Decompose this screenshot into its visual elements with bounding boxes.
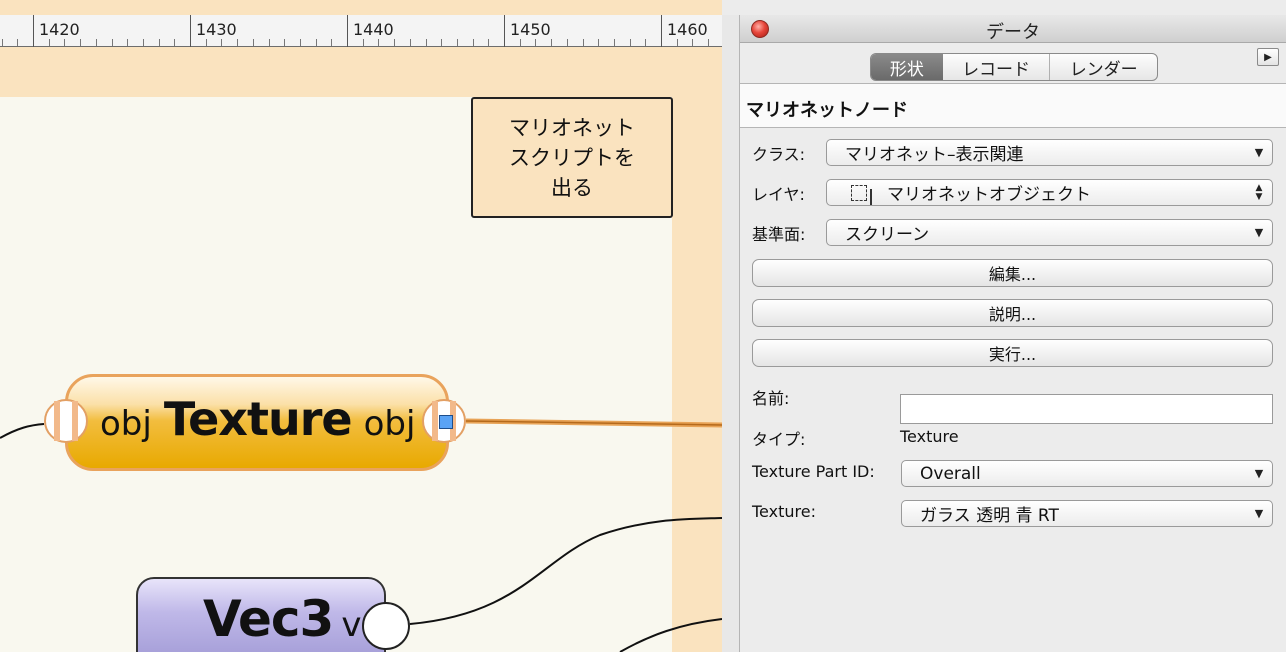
class-value: マリオネット–表示関連 (845, 145, 1024, 165)
expand-triangle-icon[interactable]: ▶ (1257, 48, 1279, 66)
palette-title: データ (986, 22, 1040, 43)
plane-popup[interactable]: スクリーン ▼ (826, 219, 1273, 246)
texture-input-label: obj (100, 404, 152, 444)
class-popup[interactable]: マリオネット–表示関連 ▼ (826, 139, 1273, 166)
palette-tabbar: 形状 レコード レンダー (740, 44, 1286, 84)
type-label: タイプ: (752, 430, 806, 449)
name-field[interactable] (900, 394, 1273, 424)
section-title: マリオネットノード (740, 84, 1286, 128)
texture-label: Texture: (752, 502, 816, 521)
texture-output-label: obj (363, 404, 416, 444)
texture-node-name: Texture (163, 392, 353, 446)
selection-handle[interactable] (439, 415, 453, 429)
texture-part-value: Overall (920, 463, 981, 484)
layer-value: マリオネットオブジェクト (887, 185, 1091, 205)
palette-body: クラス: マリオネット–表示関連 ▼ レイヤ: マリオネットオブジェクト ▲ ▼ … (740, 128, 1286, 652)
chevron-down-icon: ▼ (1254, 146, 1264, 159)
updown-arrows-icon: ▲ ▼ (1255, 182, 1263, 202)
palette-titlebar[interactable]: データ (740, 15, 1286, 43)
texture-value: ガラス 透明 青 RT (920, 506, 1059, 526)
wire-into-texture (0, 423, 45, 439)
vec3-node-name: Vec3 (203, 590, 334, 648)
texture-node-label: obj Texture obj (100, 392, 420, 448)
edit-button[interactable]: 編集... (752, 259, 1273, 287)
data-palette: データ 形状 レコード レンダー ▶ マリオネットノード クラス: マリオネット… (740, 15, 1286, 652)
layer-icon (851, 184, 872, 205)
texture-part-label: Texture Part ID: (752, 462, 875, 481)
describe-button[interactable]: 説明... (752, 299, 1273, 327)
class-label: クラス: (752, 145, 806, 164)
tab-shape[interactable]: 形状 (871, 54, 943, 80)
chevron-down-icon: ▼ (1254, 467, 1264, 480)
layer-label: レイヤ: (752, 185, 805, 204)
plane-label: 基準面: (752, 225, 806, 244)
connection-wires (0, 418, 722, 652)
script-canvas[interactable]: 1420 1430 1440 1450 1460 マリオネット スクリプトを 出… (0, 0, 722, 652)
tab-segmented-control: 形状 レコード レンダー (870, 53, 1158, 81)
tab-record[interactable]: レコード (943, 54, 1050, 80)
texture-part-popup[interactable]: Overall ▼ (901, 460, 1273, 487)
wire-lower (619, 618, 722, 652)
vec3-output-port[interactable] (362, 602, 410, 650)
texture-popup[interactable]: ガラス 透明 青 RT ▼ (901, 500, 1273, 527)
tab-render[interactable]: レンダー (1049, 54, 1157, 80)
layer-popup[interactable]: マリオネットオブジェクト ▲ ▼ (826, 179, 1273, 206)
name-label: 名前: (752, 389, 790, 408)
vec3-node-label: Vec3 v (203, 590, 361, 648)
panel-divider[interactable] (722, 15, 740, 652)
run-button[interactable]: 実行... (752, 339, 1273, 367)
type-value: Texture (900, 427, 959, 446)
chevron-down-icon: ▼ (1254, 226, 1264, 239)
wire-vec3-out (409, 517, 722, 625)
texture-input-port[interactable] (44, 399, 88, 443)
plane-value: スクリーン (845, 225, 930, 245)
vec3-output-label: v (341, 605, 362, 645)
chevron-down-icon: ▼ (1254, 507, 1264, 520)
